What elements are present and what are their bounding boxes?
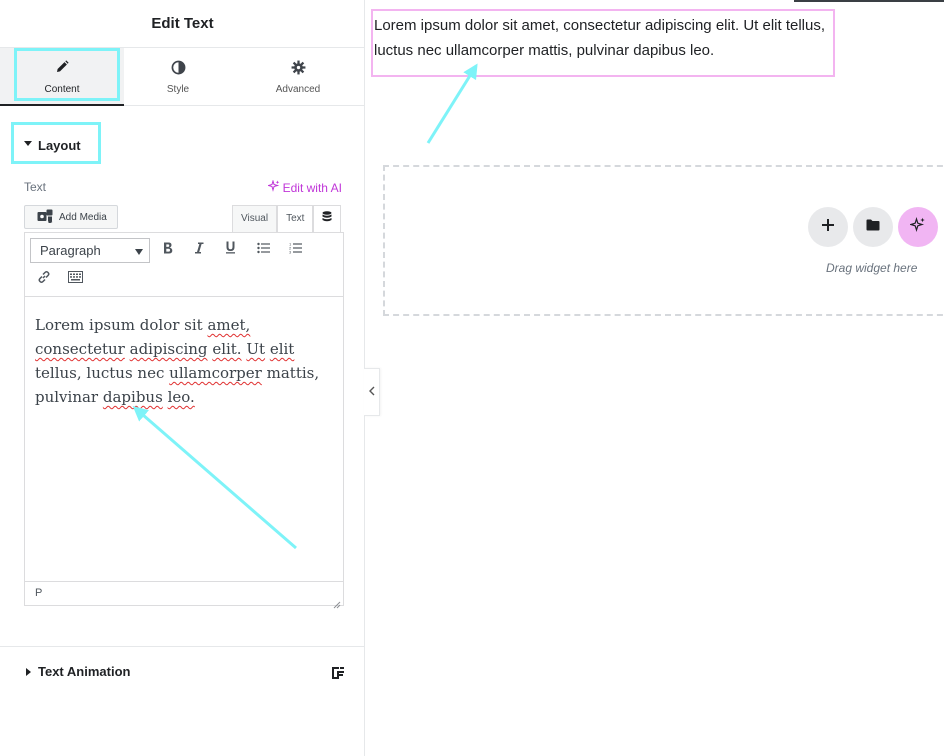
editor-text-2: amet,: [207, 316, 251, 334]
visual-tab[interactable]: Visual: [232, 205, 278, 233]
keyboard-icon: [67, 270, 83, 286]
folder-icon: [866, 218, 880, 236]
link-icon: [37, 270, 51, 287]
addon-logo-icon: [331, 666, 345, 680]
tab-advanced-label: Advanced: [275, 84, 321, 95]
sparkle-icon: [908, 216, 926, 238]
editor-text-12: dapibus: [102, 388, 163, 406]
bullet-list-button[interactable]: [251, 238, 275, 260]
section-text-animation-title: Text Animation: [38, 664, 131, 679]
tab-content[interactable]: Content: [0, 48, 124, 106]
text-field-label: Text: [24, 180, 47, 194]
section-layout-toggle[interactable]: Layout: [12, 124, 100, 162]
add-media-label: Add Media: [59, 211, 107, 223]
drag-widget-hint: Drag widget here: [826, 261, 918, 275]
tab-style-label: Style: [166, 84, 190, 95]
chevron-left-icon: [368, 383, 375, 401]
tab-content-label: Content: [44, 84, 80, 95]
editor-mode-tabs: Visual Text: [232, 205, 342, 233]
wysiwyg-editor: Paragraph 1 2 3 Lorem ipsum dolor sit am…: [24, 232, 344, 609]
bold-icon: [163, 242, 173, 257]
collapse-panel-button[interactable]: [364, 368, 380, 416]
panel-tabs: Content Style Advanced: [0, 48, 365, 106]
text-editor-widget[interactable]: Lorem ipsum dolor sit amet, consectetur …: [371, 9, 835, 77]
link-button[interactable]: [32, 267, 56, 289]
underline-icon: [225, 241, 236, 257]
resize-handle-icon[interactable]: [333, 595, 341, 609]
caret-down-icon: [24, 141, 32, 146]
format-select-value: Paragraph: [40, 243, 101, 258]
text-tab[interactable]: Text: [277, 205, 314, 233]
bullet-list-icon: [256, 242, 270, 257]
editor-text-8: tellus, luctus: [35, 364, 133, 382]
editor-text-5: elit.: [212, 340, 242, 358]
ai-build-button[interactable]: [898, 207, 938, 247]
edit-with-ai-link[interactable]: Edit with AI: [266, 179, 342, 195]
database-icon: [322, 207, 332, 233]
add-media-button[interactable]: Add Media: [24, 205, 118, 229]
numbered-list-button[interactable]: 123: [283, 238, 307, 260]
tab-advanced[interactable]: Advanced: [238, 48, 358, 106]
editor-status-bar: P: [25, 581, 343, 609]
toolbar-toggle-button[interactable]: [63, 267, 87, 289]
bold-button[interactable]: [156, 238, 180, 260]
top-bar-edge: [794, 0, 944, 2]
half-circle-icon: [118, 60, 238, 78]
dynamic-tags-button[interactable]: [313, 205, 342, 233]
element-path[interactable]: P: [35, 587, 42, 599]
editor-toolbar: Paragraph 1 2 3: [25, 233, 343, 297]
section-text-animation-toggle[interactable]: Text Animation: [0, 660, 364, 684]
editor-text-13: leo.: [167, 388, 195, 406]
svg-text:3: 3: [289, 249, 292, 254]
pencil-icon: [0, 60, 124, 78]
arrow-to-text-widget: [426, 63, 478, 144]
underline-button[interactable]: [218, 238, 242, 260]
numbered-list-icon: 123: [289, 241, 302, 257]
add-template-button[interactable]: [853, 207, 893, 247]
edit-with-ai-label: Edit with AI: [282, 180, 342, 195]
editor-panel: Edit Text Content Style Advanced Layout …: [0, 0, 365, 756]
italic-button[interactable]: [187, 238, 211, 260]
editor-text-7: elit: [269, 340, 295, 358]
caret-right-icon: [26, 668, 31, 676]
sparkle-icon: [266, 179, 280, 195]
editor-text-1: Lorem ipsum dolor sit: [35, 316, 203, 334]
panel-title: Edit Text: [0, 0, 365, 48]
italic-icon: [194, 242, 204, 257]
editor-text-10: ullamcorper: [169, 364, 262, 382]
editor-text-6: Ut: [246, 340, 266, 358]
format-select[interactable]: Paragraph: [30, 238, 150, 263]
editor-text-3: consectetur: [35, 340, 125, 358]
section-divider: [0, 646, 364, 647]
editor-text-4: adipiscing: [129, 340, 208, 358]
gear-icon: [238, 60, 358, 78]
editor-text-9: nec: [137, 364, 165, 382]
chevron-down-icon: [135, 249, 143, 255]
section-layout-title: Layout: [38, 138, 81, 153]
add-section-button[interactable]: [808, 207, 848, 247]
plus-icon: [821, 218, 835, 237]
media-icon: [37, 209, 53, 226]
editor-content-area[interactable]: Lorem ipsum dolor sit amet, consectetur …: [25, 297, 343, 581]
tab-style[interactable]: Style: [118, 48, 238, 106]
